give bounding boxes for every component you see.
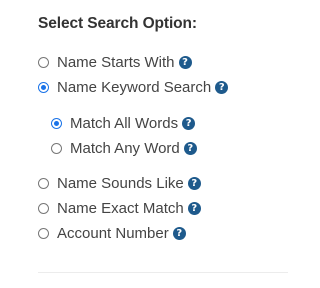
- radio-name-sounds-like[interactable]: [38, 177, 49, 189]
- option-label: Match All Words: [70, 114, 179, 132]
- suboption-match-all-words[interactable]: Match All Words ?: [51, 113, 196, 133]
- option-account-number[interactable]: Account Number ?: [38, 223, 186, 243]
- option-name-exact-match[interactable]: Name Exact Match ?: [38, 198, 201, 218]
- radio-name-exact-match[interactable]: [38, 202, 49, 214]
- search-option-heading: Select Search Option:: [38, 15, 197, 32]
- option-label: Match Any Word: [70, 139, 180, 157]
- option-label: Name Keyword Search: [57, 78, 212, 96]
- help-icon[interactable]: ?: [183, 141, 197, 155]
- radio-match-all-words[interactable]: [51, 117, 62, 129]
- option-label: Account Number: [57, 224, 169, 242]
- option-label: Name Starts With: [57, 53, 175, 71]
- section-divider: [38, 272, 288, 273]
- help-icon[interactable]: ?: [178, 55, 192, 69]
- help-icon[interactable]: ?: [187, 201, 201, 215]
- radio-name-starts-with[interactable]: [38, 56, 49, 68]
- help-icon[interactable]: ?: [187, 176, 201, 190]
- radio-account-number[interactable]: [38, 227, 49, 239]
- option-label: Name Exact Match: [57, 199, 184, 217]
- option-label: Name Sounds Like: [57, 174, 184, 192]
- option-name-keyword-search[interactable]: Name Keyword Search ?: [38, 77, 229, 97]
- radio-match-any-word[interactable]: [51, 142, 62, 154]
- help-icon[interactable]: ?: [182, 116, 196, 130]
- option-name-sounds-like[interactable]: Name Sounds Like ?: [38, 173, 201, 193]
- help-icon[interactable]: ?: [215, 80, 229, 94]
- option-name-starts-with[interactable]: Name Starts With ?: [38, 52, 192, 72]
- suboption-match-any-word[interactable]: Match Any Word ?: [51, 138, 197, 158]
- radio-name-keyword-search[interactable]: [38, 81, 49, 93]
- help-icon[interactable]: ?: [172, 226, 186, 240]
